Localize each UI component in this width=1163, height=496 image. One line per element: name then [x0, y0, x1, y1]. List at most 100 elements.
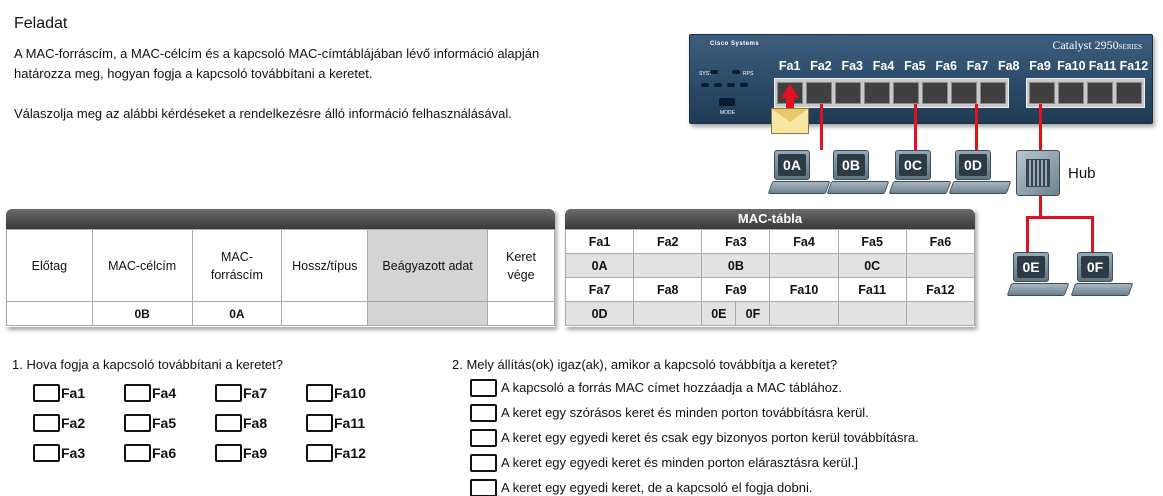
question-2: 2. Mely állítás(ok) igaz(ak), amikor a k…	[452, 357, 838, 372]
checkbox[interactable]	[306, 384, 333, 402]
instructions: A MAC-forráscím, a MAC-célcím és a kapcs…	[14, 44, 554, 124]
frame-header-src-mac: MAC- forráscím	[191, 229, 283, 302]
host-0b: 0B	[826, 150, 891, 198]
port-label: Fa12	[1119, 59, 1149, 73]
instructions-paragraph-1: A MAC-forráscím, a MAC-célcím és a kapcs…	[14, 46, 540, 81]
checkbox[interactable]	[470, 403, 497, 422]
option-fa8[interactable]: Fa8	[215, 413, 306, 433]
option-fa11[interactable]: Fa11	[306, 413, 397, 433]
checkbox[interactable]	[215, 384, 242, 402]
rps-led	[732, 70, 740, 74]
checkbox[interactable]	[215, 414, 242, 432]
port-label: Fa10	[1057, 59, 1086, 73]
ethernet-port	[1058, 82, 1084, 104]
option-label: Fa5	[152, 415, 177, 431]
checkbox[interactable]	[470, 378, 497, 397]
rps-label: RPS	[743, 71, 754, 77]
mac-port-cell: Fa4	[769, 229, 839, 254]
option-label: Fa11	[334, 415, 366, 431]
checkbox[interactable]	[215, 444, 242, 462]
statement-4[interactable]: A keret egy egyedi keret és minden porto…	[470, 450, 919, 475]
host-label: 0E	[1017, 256, 1045, 278]
mac-port-cell: Fa1	[564, 229, 635, 254]
mac-port-cell: Fa9	[701, 277, 771, 302]
cable-hub-0f	[1091, 216, 1094, 252]
statement-5[interactable]: A keret egy egyedi keret, de a kapcsoló …	[470, 475, 919, 496]
checkbox[interactable]	[470, 478, 497, 496]
option-fa2[interactable]: Fa2	[33, 413, 124, 433]
pc-base	[826, 181, 890, 194]
statement-1[interactable]: A kapcsoló a forrás MAC címet hozzáadja …	[470, 375, 919, 400]
port-bank-1-8	[774, 78, 1009, 108]
frame-envelope-icon	[771, 108, 809, 134]
port-label: Fa6	[935, 59, 957, 73]
checkbox[interactable]	[470, 428, 497, 447]
statement-3[interactable]: A keret egy egyedi keret és csak egy biz…	[470, 425, 919, 450]
stat-led	[701, 83, 709, 87]
page-title: Feladat	[14, 15, 68, 32]
mode-button	[719, 98, 735, 106]
frame-value-encapsulated-data	[367, 301, 488, 326]
frame-value-end-of-frame	[486, 301, 556, 326]
frame-value-src-mac: 0A	[191, 301, 283, 326]
option-fa12[interactable]: Fa12	[306, 443, 397, 463]
checkbox[interactable]	[33, 444, 60, 462]
frame-fields: Előtag MAC-célcím MAC- forráscím Hossz/t…	[6, 229, 556, 326]
host-label: 0A	[778, 154, 806, 176]
option-label: Fa4	[152, 385, 177, 401]
frame-value-length-type	[281, 301, 369, 326]
host-label: 0D	[959, 154, 987, 176]
checkbox[interactable]	[124, 384, 151, 402]
statement-label: A keret egy egyedi keret és minden porto…	[501, 455, 858, 470]
frame-table-header-bar	[6, 209, 555, 229]
ethernet-port	[980, 82, 1006, 104]
ethernet-port	[864, 82, 890, 104]
cable-hub-branch	[1026, 216, 1094, 219]
checkbox[interactable]	[306, 444, 333, 462]
option-fa5[interactable]: Fa5	[124, 413, 215, 433]
mac-addr-cell: 0B	[701, 253, 771, 278]
statement-label: A kapcsoló a forrás MAC címet hozzáadja …	[501, 380, 843, 395]
frame-table: Előtag MAC-célcím MAC- forráscím Hossz/t…	[6, 209, 556, 327]
pc-base	[888, 181, 952, 194]
duplex-led	[727, 83, 735, 87]
mac-addr-cell: 0D	[564, 301, 635, 326]
hub-label: Hub	[1068, 165, 1096, 182]
frame-header-encapsulated-data: Beágyazott adat	[367, 229, 488, 302]
syst-led	[710, 70, 718, 74]
pc-base	[948, 181, 1012, 194]
statement-label: A keret egy szórásos keret és minden por…	[501, 405, 869, 420]
checkbox[interactable]	[124, 444, 151, 462]
option-label: Fa6	[152, 445, 177, 461]
port-label: Fa3	[841, 59, 864, 73]
switch-model: Catalyst 2950SERIES	[1052, 38, 1142, 53]
checkbox[interactable]	[124, 414, 151, 432]
option-fa10[interactable]: Fa10	[306, 383, 397, 403]
mac-addr-cell	[837, 301, 907, 326]
option-fa1[interactable]: Fa1	[33, 383, 124, 403]
mac-table-title: MAC-tábla	[565, 209, 975, 229]
port-label: Fa7	[966, 59, 989, 73]
checkbox[interactable]	[470, 453, 497, 472]
statement-label: A keret egy egyedi keret és csak egy biz…	[501, 430, 919, 445]
switch-model-name: Catalyst 2950	[1052, 38, 1119, 52]
option-fa4[interactable]: Fa4	[124, 383, 215, 403]
checkbox[interactable]	[33, 384, 60, 402]
host-0d: 0D	[948, 150, 1013, 198]
checkbox[interactable]	[33, 414, 60, 432]
host-0c: 0C	[888, 150, 953, 198]
statement-2[interactable]: A keret egy szórásos keret és minden por…	[470, 400, 919, 425]
option-fa9[interactable]: Fa9	[215, 443, 306, 463]
mac-addr-0f: 0F	[735, 302, 769, 325]
option-fa3[interactable]: Fa3	[33, 443, 124, 463]
host-0e: 0E	[1006, 252, 1071, 300]
option-fa7[interactable]: Fa7	[215, 383, 306, 403]
host-0f: 0F	[1070, 252, 1135, 300]
option-fa6[interactable]: Fa6	[124, 443, 215, 463]
port-label: Fa11	[1088, 59, 1117, 73]
ethernet-port	[922, 82, 948, 104]
monitor-icon: 0D	[955, 150, 991, 180]
host-0a: 0A	[767, 150, 832, 198]
ethernet-port	[951, 82, 977, 104]
checkbox[interactable]	[306, 414, 333, 432]
